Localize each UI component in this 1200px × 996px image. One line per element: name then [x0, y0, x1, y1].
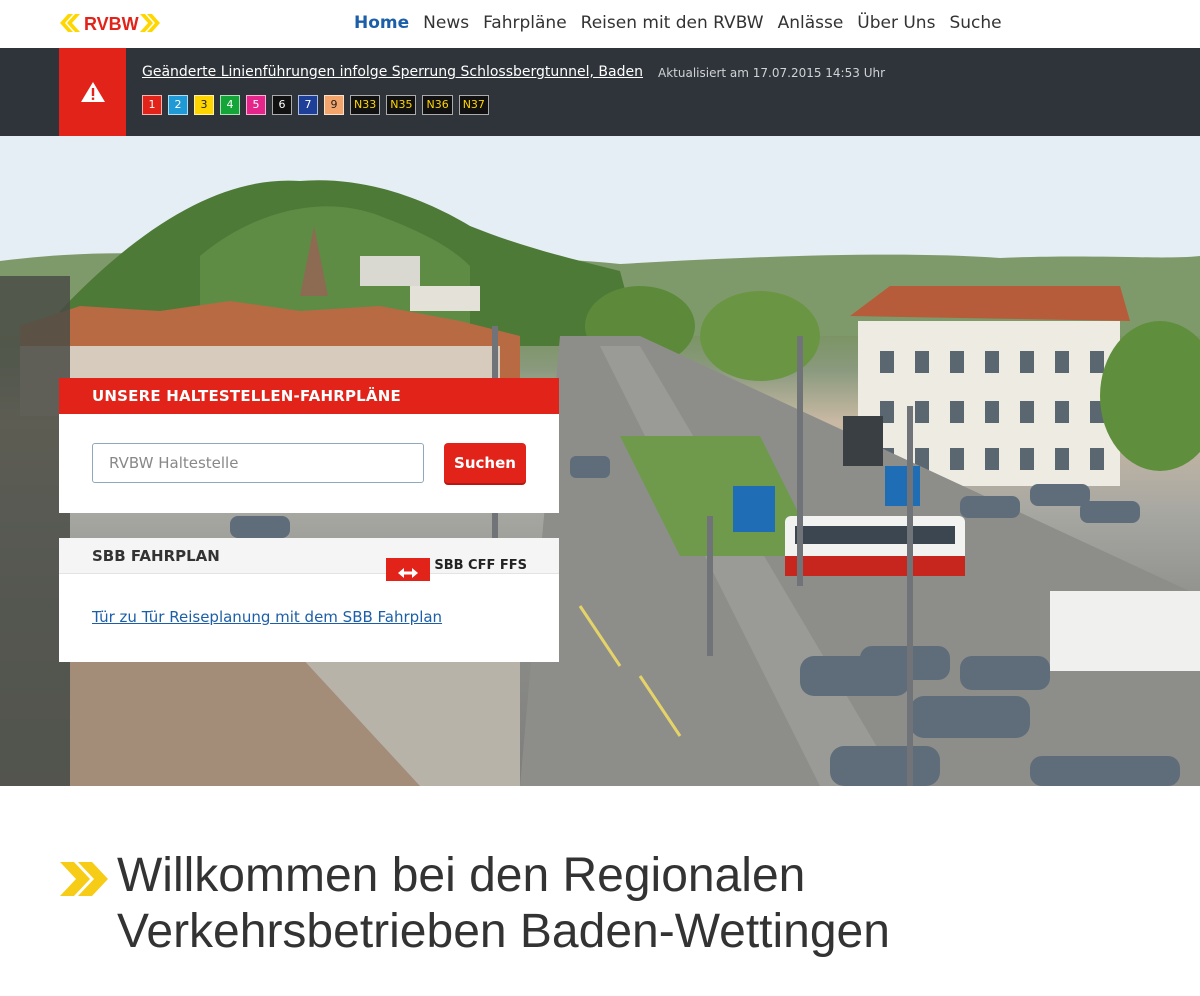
welcome-heading-line2: Verkehrsbetrieben Baden-Wettingen — [117, 905, 890, 958]
affected-lines: 1 2 3 4 5 6 7 9 N33 N35 N36 N37 — [142, 95, 489, 115]
line-badge-4[interactable]: 4 — [220, 95, 240, 115]
stop-search-button[interactable]: Suchen — [444, 443, 526, 483]
nav-anlaesse[interactable]: Anlässe — [778, 12, 844, 34]
double-chevron-icon — [60, 862, 110, 900]
sbb-panel-title: SBB FAHRPLAN — [92, 547, 220, 565]
line-badge-9[interactable]: 9 — [324, 95, 344, 115]
line-badge-5[interactable]: 5 — [246, 95, 266, 115]
line-badge-3[interactable]: 3 — [194, 95, 214, 115]
sbb-logo: SBB CFF FFS — [386, 548, 527, 584]
sbb-panel-heading: SBB FAHRPLAN SBB CFF FFS — [59, 538, 559, 581]
line-badge-2[interactable]: 2 — [168, 95, 188, 115]
nav-home[interactable]: Home — [354, 12, 409, 34]
line-badge-1[interactable]: 1 — [142, 95, 162, 115]
line-badge-n35[interactable]: N35 — [386, 95, 417, 115]
nav-ueber-uns[interactable]: Über Uns — [857, 12, 935, 34]
nav-reisen[interactable]: Reisen mit den RVBW — [581, 12, 764, 34]
main-nav: Home News Fahrpläne Reisen mit den RVBW … — [354, 12, 1016, 34]
nav-fahrplaene[interactable]: Fahrpläne — [483, 12, 567, 34]
welcome-heading: Willkommen bei den Regionalen Verkehrsbe… — [117, 848, 1117, 960]
disruption-alert: Geänderte Linienführungen infolge Sperru… — [0, 48, 1200, 136]
nav-news[interactable]: News — [423, 12, 469, 34]
hero-image: UNSERE HALTESTELLEN-FAHRPLÄNE RVBW Halte… — [0, 136, 1200, 786]
stops-timetable-panel: UNSERE HALTESTELLEN-FAHRPLÄNE RVBW Halte… — [59, 378, 559, 513]
rvbw-logo[interactable]: RVBW — [60, 12, 160, 34]
line-badge-n36[interactable]: N36 — [422, 95, 453, 115]
sbb-timetable-panel: SBB FAHRPLAN SBB CFF FFS Tür zu Tür Reis… — [59, 538, 559, 662]
stops-panel-heading: UNSERE HALTESTELLEN-FAHRPLÄNE — [59, 378, 559, 414]
sbb-planner-link[interactable]: Tür zu Tür Reiseplanung mit dem SBB Fahr… — [92, 608, 442, 626]
line-badge-n33[interactable]: N33 — [350, 95, 381, 115]
line-badge-n37[interactable]: N37 — [458, 95, 489, 115]
alert-updated-timestamp: Aktualisiert am 17.07.2015 14:53 Uhr — [658, 66, 886, 80]
sbb-mark-icon — [386, 558, 431, 581]
line-badge-6[interactable]: 6 — [272, 95, 292, 115]
sbb-logo-text: SBB CFF FFS — [434, 558, 527, 573]
svg-text:RVBW: RVBW — [84, 14, 139, 34]
nav-suche[interactable]: Suche — [949, 12, 1001, 34]
welcome-heading-line1: Willkommen bei den Regionalen — [117, 849, 806, 902]
warning-icon — [59, 48, 126, 136]
site-header: RVBW Home News Fahrpläne Reisen mit den … — [0, 0, 1200, 48]
stop-search-input[interactable]: RVBW Haltestelle — [92, 443, 424, 483]
line-badge-7[interactable]: 7 — [298, 95, 318, 115]
alert-title-link[interactable]: Geänderte Linienführungen infolge Sperru… — [142, 64, 643, 80]
